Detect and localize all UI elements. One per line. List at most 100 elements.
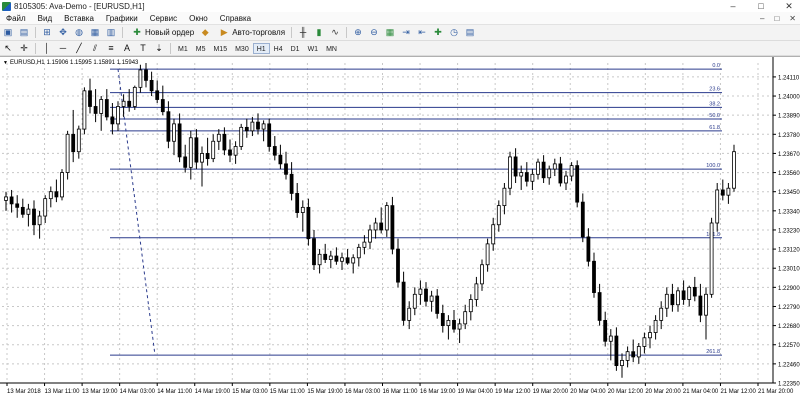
timeframe-m5[interactable]: M5	[192, 43, 210, 54]
chart-window[interactable]: ▼ EURUSD,H1 1.15906 1.15995 1.15891 1.15…	[0, 56, 800, 400]
metaeditor-icon[interactable]: ◆	[199, 27, 211, 39]
candle-body	[676, 290, 680, 306]
toolbar-separator	[346, 27, 348, 38]
candle-body	[228, 149, 232, 156]
new-order-button[interactable]: ✚ Новый ордер	[126, 26, 197, 39]
time-tick-label: 20 Mar 12:00	[608, 389, 644, 395]
candle-body	[569, 165, 574, 177]
timeframe-m1[interactable]: M1	[174, 43, 192, 54]
new-chart-icon[interactable]: ▣	[2, 27, 14, 39]
candle-body	[463, 311, 468, 325]
candle-body	[272, 146, 277, 156]
line-chart-icon[interactable]: ∿	[329, 27, 341, 39]
fibonacci-level-label: 38.2	[709, 101, 720, 107]
candle-body	[362, 241, 367, 248]
candle-body	[519, 172, 524, 177]
candle-body	[116, 106, 120, 125]
maximize-button[interactable]: □	[754, 0, 768, 12]
close-button[interactable]: ✕	[782, 0, 796, 12]
periods-icon[interactable]: ◷	[448, 27, 460, 39]
menu-charts[interactable]: Графики	[100, 14, 144, 23]
templates-icon[interactable]: ▤	[464, 27, 476, 39]
bar-chart-icon[interactable]: ╫	[297, 27, 309, 39]
candle-body	[435, 295, 440, 314]
timeframe-d1[interactable]: D1	[287, 43, 304, 54]
candle-body	[625, 351, 630, 361]
horizontal-line-icon[interactable]: ─	[57, 42, 69, 54]
trendline-icon[interactable]: ╱	[73, 42, 85, 54]
zoom-in-icon[interactable]: ⊕	[352, 27, 364, 39]
candle-body	[642, 337, 647, 347]
price-chart[interactable]: 1.24110 1.24000 1.23890 1.23780 1.23670 1.235…	[0, 57, 800, 400]
price-tick-label: 1.22350	[778, 382, 800, 388]
candle-body	[485, 243, 490, 266]
timeframe-w1[interactable]: W1	[304, 43, 323, 54]
time-tick-label: 14 Mar 19:00	[195, 389, 231, 395]
navigator-icon[interactable]: ✥	[57, 27, 69, 39]
timeframe-m15[interactable]: M15	[209, 43, 231, 54]
tile-windows-icon[interactable]: ▦	[384, 27, 396, 39]
candle-body	[256, 121, 260, 130]
candle-body	[4, 196, 8, 201]
price-tick-label: 1.23670	[778, 152, 800, 158]
zoom-out-icon[interactable]: ⊖	[368, 27, 380, 39]
price-tick-label: 1.23230	[778, 228, 800, 234]
terminal-icon[interactable]: ▦	[89, 27, 101, 39]
candle-body	[160, 99, 165, 113]
market-watch-icon[interactable]: ⊞	[41, 27, 53, 39]
menu-window[interactable]: Окно	[183, 14, 214, 23]
timeframe-m30[interactable]: M30	[231, 43, 253, 54]
auto-trading-label: Авто-торговля	[232, 28, 286, 37]
candle-body	[373, 222, 378, 231]
data-window-icon[interactable]: ◍	[73, 27, 85, 39]
mdi-restore-button[interactable]: □	[774, 14, 779, 23]
candle-body	[110, 116, 115, 125]
candle-body	[732, 151, 736, 189]
candle-body	[250, 121, 255, 132]
price-tick-label: 1.24110	[778, 75, 800, 81]
candle-body	[82, 90, 87, 130]
menu-view[interactable]: Вид	[32, 14, 58, 23]
candle-body	[132, 86, 137, 107]
vertical-line-icon[interactable]: │	[41, 42, 53, 54]
candle-body	[211, 140, 216, 160]
timeframe-h4[interactable]: H4	[270, 43, 287, 54]
timeframe-h1[interactable]: H1	[252, 42, 270, 54]
chart-header: ▼ EURUSD,H1 1.15906 1.15995 1.15891 1.15…	[3, 60, 138, 66]
arrows-icon[interactable]: ⇣	[153, 42, 165, 54]
profiles-icon[interactable]: ▤	[18, 27, 30, 39]
price-tick-label: 1.23120	[778, 248, 800, 254]
mdi-minimize-button[interactable]: –	[760, 14, 764, 23]
fibonacci-icon[interactable]: ≡	[105, 42, 117, 54]
candle-body	[603, 319, 608, 342]
indicators-icon[interactable]: ✚	[432, 27, 444, 39]
crosshair-icon[interactable]: ✛	[18, 42, 30, 54]
autoscroll-icon[interactable]: ⇥	[400, 27, 412, 39]
timeframe-mn[interactable]: MN	[322, 43, 341, 54]
candle-body	[452, 319, 456, 330]
label-icon[interactable]: T	[137, 42, 149, 54]
mdi-close-button[interactable]: ✕	[789, 14, 796, 23]
channel-icon[interactable]: ⫽	[89, 42, 101, 54]
text-icon[interactable]: A	[121, 42, 133, 54]
candle-body	[216, 133, 221, 142]
candlestick-icon[interactable]: ▮	[313, 27, 325, 39]
auto-trading-button[interactable]: ▶ Авто-торговля	[213, 26, 288, 39]
time-tick-label: 21 Mar 20:00	[758, 389, 794, 395]
candle-body	[368, 229, 372, 243]
time-tick-label: 14 Mar 03:00	[120, 389, 156, 395]
menu-file[interactable]: Файл	[0, 14, 32, 23]
candle-body	[659, 307, 664, 321]
candle-body	[446, 319, 451, 327]
minimize-button[interactable]: –	[726, 0, 740, 12]
candle-body	[323, 253, 328, 260]
menu-tools[interactable]: Сервис	[144, 14, 183, 23]
candle-body	[502, 187, 507, 207]
price-tick-label: 1.22680	[778, 324, 800, 330]
menu-insert[interactable]: Вставка	[58, 14, 100, 23]
fibonacci-level-label: 100.0	[706, 163, 720, 169]
menu-help[interactable]: Справка	[214, 14, 257, 23]
cursor-icon[interactable]: ↖	[2, 42, 14, 54]
chart-shift-icon[interactable]: ⇤	[416, 27, 428, 39]
strategy-tester-icon[interactable]: ▥	[105, 27, 117, 39]
